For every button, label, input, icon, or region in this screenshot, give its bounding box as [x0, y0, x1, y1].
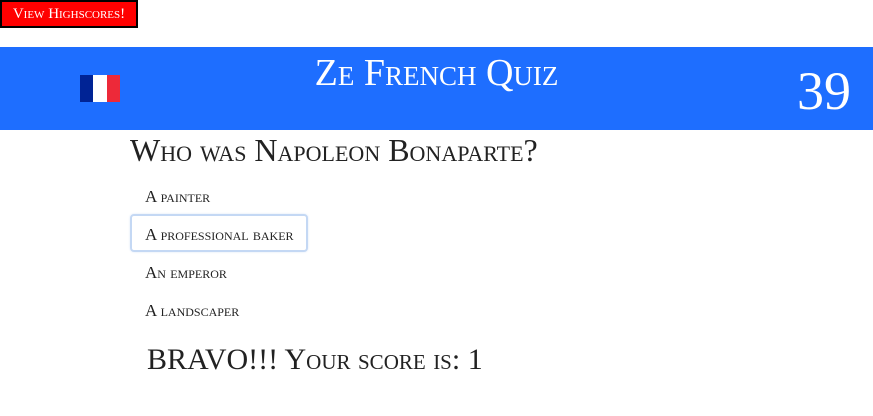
header-banner: Ze French Quiz 39: [0, 47, 873, 130]
timer: 39: [797, 61, 851, 121]
answer-option-emperor[interactable]: An emperor: [130, 252, 241, 290]
view-highscores-button[interactable]: View Highscores!: [0, 0, 138, 28]
answer-option-landscaper[interactable]: A landscaper: [130, 290, 253, 328]
question-text: Who was Napoleon Bonaparte?: [130, 132, 538, 168]
quiz-title: Ze French Quiz: [314, 52, 559, 94]
result-message: BRAVO!!! Your score is: 1: [147, 343, 483, 376]
answer-option-painter[interactable]: A painter: [130, 176, 224, 214]
answer-option-baker[interactable]: A professional baker: [130, 214, 308, 252]
